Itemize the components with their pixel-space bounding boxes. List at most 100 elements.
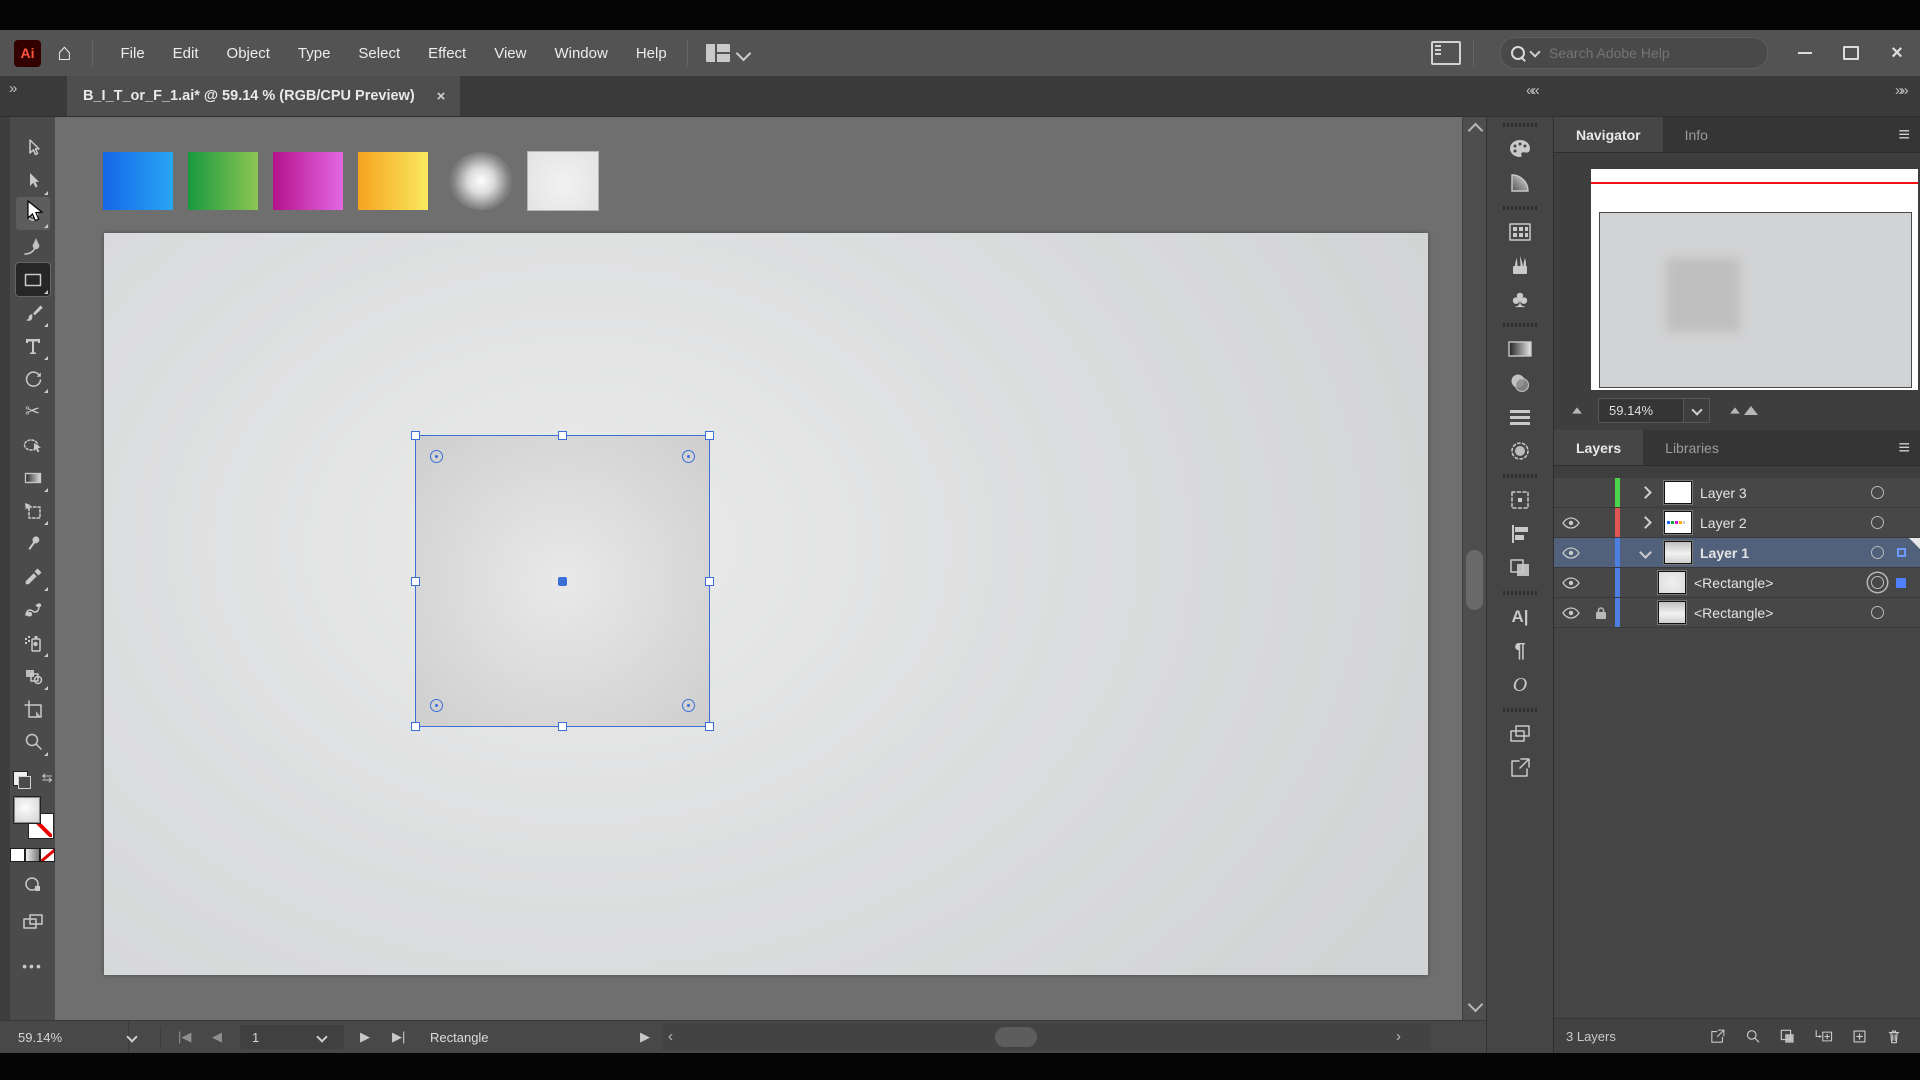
paragraph-panel-button[interactable]: ¶: [1502, 634, 1538, 668]
artboard-dropdown-icon[interactable]: [316, 1031, 327, 1042]
clipping-mask-icon[interactable]: [1779, 1028, 1796, 1045]
zoom-tool[interactable]: [16, 725, 50, 758]
drawing-modes-button[interactable]: [23, 874, 43, 899]
artwork-swatch-blue[interactable]: [103, 152, 173, 210]
layer-thumbnail[interactable]: [1664, 511, 1692, 534]
paintbrush-tool[interactable]: [16, 296, 50, 329]
collapse-dock-icon[interactable]: ««: [1526, 82, 1537, 99]
object-thumbnail[interactable]: [1658, 601, 1686, 624]
visibility-toggle[interactable]: [1554, 547, 1587, 559]
status-expand-icon[interactable]: ▶: [640, 1021, 650, 1053]
scissors-tool[interactable]: ✂: [16, 395, 50, 428]
artwork-swatch-orange[interactable]: [358, 152, 428, 210]
color-button[interactable]: [10, 848, 25, 862]
target-circle[interactable]: [1871, 516, 1884, 529]
tab-info[interactable]: Info: [1663, 117, 1730, 152]
scroll-down-icon[interactable]: [1468, 997, 1484, 1013]
workspace-switcher-icon[interactable]: [1431, 41, 1461, 65]
selection-indicator[interactable]: [1897, 548, 1906, 557]
minimize-button[interactable]: [1782, 30, 1828, 76]
corner-radius-widget[interactable]: [682, 699, 695, 712]
navigator-zoom-field[interactable]: 59.14%: [1598, 398, 1684, 423]
object-thumbnail[interactable]: [1658, 571, 1686, 594]
character-panel-button[interactable]: A|: [1502, 600, 1538, 634]
tab-navigator[interactable]: Navigator: [1554, 117, 1663, 152]
fill-swatch[interactable]: [13, 796, 41, 824]
expand-arrow-icon[interactable]: [1632, 518, 1658, 527]
artboard-number-field[interactable]: 1: [240, 1025, 344, 1049]
eyedropper-tool[interactable]: [16, 560, 50, 593]
menu-file[interactable]: File: [107, 39, 159, 68]
panel-menu-icon[interactable]: ≡: [1898, 124, 1910, 147]
help-search[interactable]: [1500, 37, 1768, 69]
layer-row-layer3[interactable]: Layer 3: [1554, 478, 1920, 508]
lock-toggle[interactable]: [1587, 606, 1615, 620]
layer-name[interactable]: Layer 3: [1700, 485, 1747, 501]
handle-middle-left[interactable]: [411, 577, 420, 586]
zoom-out-icon[interactable]: [1572, 407, 1582, 413]
swatches-panel-button[interactable]: [1502, 215, 1538, 249]
screen-mode-button[interactable]: [22, 913, 44, 936]
navigator-zoom-dropdown[interactable]: [1684, 398, 1710, 423]
target-circle[interactable]: [1871, 486, 1884, 499]
artwork-swatch-magenta[interactable]: [273, 152, 343, 210]
free-transform-tool[interactable]: [16, 494, 50, 527]
dock-grip[interactable]: [1503, 323, 1537, 327]
selected-rectangle[interactable]: [415, 435, 710, 727]
tab-layers[interactable]: Layers: [1554, 430, 1643, 465]
pathfinder-panel-button[interactable]: [1502, 551, 1538, 585]
direct-selection-tool[interactable]: [16, 164, 50, 197]
menu-view[interactable]: View: [480, 39, 540, 68]
scroll-left-icon[interactable]: ‹: [668, 1028, 673, 1045]
handle-top-right[interactable]: [705, 431, 714, 440]
new-sublayer-icon[interactable]: [1814, 1028, 1833, 1045]
dock-grip[interactable]: [1503, 591, 1537, 595]
align-panel-button[interactable]: [1502, 517, 1538, 551]
menu-effect[interactable]: Effect: [414, 39, 480, 68]
transparency-panel-button[interactable]: [1502, 366, 1538, 400]
artwork-swatch-white[interactable]: [528, 152, 598, 210]
rotate-tool[interactable]: [16, 362, 50, 395]
zoom-level-field[interactable]: 59.14%: [6, 1021, 129, 1053]
center-point[interactable]: [558, 577, 567, 586]
color-guide-panel-button[interactable]: [1502, 166, 1538, 200]
shape-builder-tool[interactable]: [16, 428, 50, 461]
blend-tool[interactable]: [16, 593, 50, 626]
document-tab[interactable]: B_I_T_or_F_1.ai* @ 59.14 % (RGB/CPU Prev…: [67, 76, 460, 116]
visibility-toggle[interactable]: [1554, 577, 1587, 589]
locate-object-icon[interactable]: [1744, 1028, 1761, 1045]
artboards-panel-button[interactable]: [1502, 717, 1538, 751]
gradient-button[interactable]: [25, 848, 40, 862]
artwork-swatch-green[interactable]: [188, 152, 258, 210]
puppet-warp-tool[interactable]: [16, 527, 50, 560]
menu-help[interactable]: Help: [622, 39, 681, 68]
menu-select[interactable]: Select: [344, 39, 414, 68]
last-artboard-button[interactable]: ▶|: [392, 1021, 405, 1053]
brushes-panel-button[interactable]: [1502, 249, 1538, 283]
dock-grip[interactable]: [1503, 708, 1537, 712]
menu-window[interactable]: Window: [540, 39, 621, 68]
menu-object[interactable]: Object: [213, 39, 284, 68]
edit-toolbar-button[interactable]: •••: [22, 958, 43, 974]
corner-radius-widget[interactable]: [430, 699, 443, 712]
search-input[interactable]: [1547, 44, 1721, 62]
tab-libraries[interactable]: Libraries: [1643, 430, 1741, 465]
color-panel-button[interactable]: [1502, 132, 1538, 166]
gradient-tool[interactable]: [16, 461, 50, 494]
shaper-tool[interactable]: [16, 659, 50, 692]
vertical-scroll-thumb[interactable]: [1466, 550, 1483, 610]
dock-grip[interactable]: [1503, 206, 1537, 210]
next-artboard-button[interactable]: ▶: [360, 1021, 370, 1053]
appearance-panel-button[interactable]: [1502, 434, 1538, 468]
close-tab-icon[interactable]: ×: [437, 88, 446, 105]
dock-grip[interactable]: [1503, 474, 1537, 478]
corner-radius-widget[interactable]: [430, 450, 443, 463]
horizontal-scrollbar[interactable]: ‹ ›: [662, 1023, 1431, 1051]
transform-panel-button[interactable]: [1502, 483, 1538, 517]
swap-fill-stroke-icon[interactable]: ⇆: [42, 770, 53, 786]
handle-bottom-right[interactable]: [705, 722, 714, 731]
visibility-toggle[interactable]: [1554, 517, 1587, 529]
delete-layer-icon[interactable]: [1886, 1028, 1902, 1045]
maximize-button[interactable]: [1828, 30, 1874, 76]
target-circle-targeted[interactable]: [1871, 576, 1884, 589]
